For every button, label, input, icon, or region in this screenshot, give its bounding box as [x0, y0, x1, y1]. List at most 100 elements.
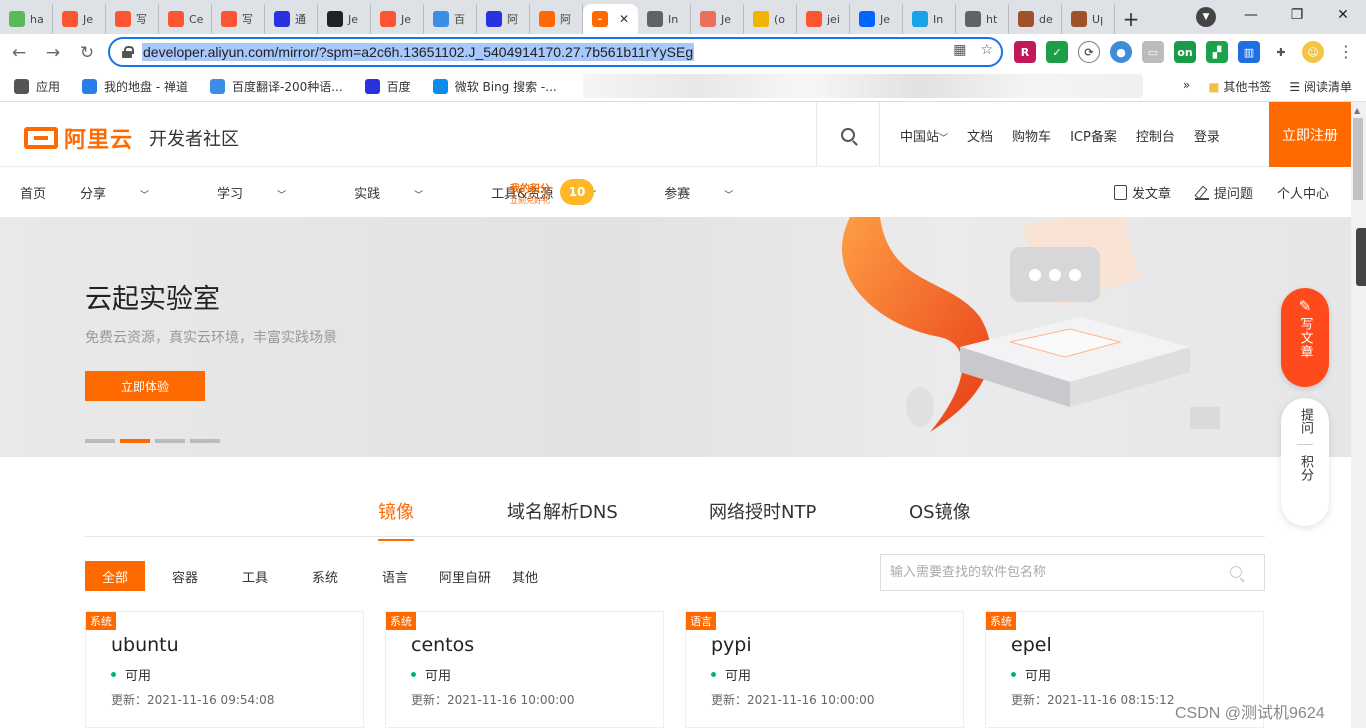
browser-tab[interactable]: de: [1009, 4, 1062, 34]
shield-extension-icon[interactable]: ✓: [1046, 41, 1068, 63]
header-link-login[interactable]: 登录: [1194, 126, 1220, 145]
on-extension-icon[interactable]: on: [1174, 41, 1196, 63]
subnav-item-compete[interactable]: 参赛 ﹀: [664, 183, 767, 202]
subnav-item-share[interactable]: 分享 ﹀: [80, 183, 183, 202]
post-article-link[interactable]: 发文章: [1113, 183, 1171, 202]
bookmark-item[interactable]: 百度: [364, 78, 411, 95]
card-name[interactable]: ubuntu: [111, 634, 179, 656]
reload-icon[interactable]: ↻: [72, 38, 102, 68]
aliyun-logo[interactable]: 阿里云 开发者社区: [24, 122, 239, 154]
mirror-card-centos[interactable]: 系统 centos 可用 更新：2021-11-16 10:00:00: [385, 611, 664, 728]
screen-extension-icon[interactable]: ▭: [1142, 41, 1164, 63]
subnav-item-practice[interactable]: 实践 ﹀: [354, 183, 457, 202]
browser-tab[interactable]: ha: [0, 4, 53, 34]
tab-mirror[interactable]: 镜像: [378, 498, 414, 541]
back-icon[interactable]: ←: [4, 38, 34, 68]
browser-tab[interactable]: 阿: [530, 4, 583, 34]
bookmarks-more-icon[interactable]: »: [1183, 78, 1190, 95]
browser-tab[interactable]: (o: [744, 4, 797, 34]
qr-code-icon[interactable]: ▦: [953, 42, 966, 58]
grid-extension-icon[interactable]: ▥: [1238, 41, 1260, 63]
header-search-button[interactable]: [816, 102, 880, 167]
mirror-card-ubuntu[interactable]: 系统 ubuntu 可用 更新：2021-11-16 09:54:08: [85, 611, 364, 728]
restore-icon[interactable]: ❐: [1274, 0, 1320, 30]
header-link-icp[interactable]: ICP备案: [1070, 126, 1117, 145]
carousel-dot[interactable]: [85, 439, 115, 443]
filter-all[interactable]: 全部: [85, 561, 145, 591]
address-bar[interactable]: developer.aliyun.com/mirror/?spm=a2c6h.1…: [108, 37, 1003, 67]
bookmark-star-icon[interactable]: ☆: [980, 42, 993, 58]
subnav-item-learn[interactable]: 学习 ﹀: [217, 183, 320, 202]
carousel-dot[interactable]: [155, 439, 185, 443]
minimize-icon[interactable]: —: [1228, 0, 1274, 30]
filter-system[interactable]: 系统: [285, 561, 365, 591]
browser-tab[interactable]: Je: [850, 4, 903, 34]
browser-tab-active[interactable]: - ✕: [583, 4, 638, 34]
reading-list[interactable]: ☰ 阅读清单: [1289, 78, 1352, 95]
bookmark-item[interactable]: 我的地盘 - 禅道: [82, 78, 188, 95]
url-text[interactable]: developer.aliyun.com/mirror/?spm=a2c6h.1…: [142, 43, 695, 61]
package-search-input[interactable]: [890, 565, 1220, 580]
ask-question-link[interactable]: 提问题: [1194, 183, 1253, 202]
personal-center-link[interactable]: 个人中心: [1277, 183, 1329, 202]
browser-tab[interactable]: 写: [106, 4, 159, 34]
bookmark-item[interactable]: 微软 Bing 搜索 -...: [432, 78, 557, 95]
code-extension-icon[interactable]: ⟳: [1078, 41, 1100, 63]
search-icon[interactable]: [1230, 566, 1242, 578]
browser-tab[interactable]: In: [903, 4, 956, 34]
header-link-console[interactable]: 控制台: [1136, 126, 1175, 145]
filter-container[interactable]: 容器: [145, 561, 225, 591]
browser-tab[interactable]: 写: [212, 4, 265, 34]
points-fab[interactable]: 积分: [1296, 455, 1314, 481]
browser-tab[interactable]: Je: [371, 4, 424, 34]
puzzle-extensions-icon[interactable]: ✚: [1270, 41, 1292, 63]
browser-tab[interactable]: Ce: [159, 4, 212, 34]
points-badge[interactable]: 我的积分 立刻兑好礼 10: [500, 176, 596, 208]
close-tab-icon[interactable]: ✕: [619, 12, 629, 26]
header-link-region[interactable]: 中国站﹀: [900, 126, 948, 145]
lock-icon[interactable]: [122, 46, 134, 58]
browser-menu-icon[interactable]: ⋮: [1338, 42, 1354, 61]
browser-tab[interactable]: Uן: [1062, 4, 1115, 34]
tab-dns[interactable]: 域名解析DNS: [507, 498, 618, 524]
filter-language[interactable]: 语言: [365, 561, 425, 591]
browser-tab[interactable]: In: [638, 4, 691, 34]
bookmark-item[interactable]: 应用: [14, 78, 60, 95]
page-scrollbar[interactable]: ▲: [1351, 102, 1366, 728]
filter-other[interactable]: 其他: [505, 561, 545, 591]
profile-avatar-icon[interactable]: ☺: [1302, 41, 1324, 63]
browser-tab[interactable]: Je: [691, 4, 744, 34]
try-now-button[interactable]: 立即体验: [85, 371, 205, 401]
card-name[interactable]: centos: [411, 634, 474, 656]
tab-search-icon[interactable]: ▼: [1196, 7, 1216, 27]
carousel-dot[interactable]: [190, 439, 220, 443]
new-tab-button[interactable]: +: [1115, 4, 1147, 34]
browser-tab[interactable]: Je: [318, 4, 371, 34]
filter-alibaba[interactable]: 阿里自研: [425, 561, 505, 591]
color-extension-icon[interactable]: ●: [1110, 41, 1132, 63]
card-name[interactable]: pypi: [711, 634, 752, 656]
card-name[interactable]: epel: [1011, 634, 1052, 656]
subnav-item-home[interactable]: 首页: [20, 183, 46, 202]
bookmark-item[interactable]: 百度翻译-200种语...: [209, 78, 343, 95]
mirror-card-pypi[interactable]: 语言 pypi 可用 更新：2021-11-16 10:00:00: [685, 611, 964, 728]
close-window-icon[interactable]: ✕: [1320, 0, 1366, 30]
browser-tab[interactable]: Je: [53, 4, 106, 34]
browser-tab[interactable]: 百: [424, 4, 477, 34]
browser-tab[interactable]: jei: [797, 4, 850, 34]
browser-tab[interactable]: ht: [956, 4, 1009, 34]
carousel-dot-active[interactable]: [120, 439, 150, 443]
scroll-up-icon[interactable]: ▲: [1354, 106, 1360, 115]
scroll-thumb[interactable]: [1353, 118, 1363, 200]
rp-extension-icon[interactable]: R: [1014, 41, 1036, 63]
tab-ntp[interactable]: 网络授时NTP: [709, 498, 816, 524]
filter-tools[interactable]: 工具: [225, 561, 285, 591]
ask-fab[interactable]: 提问: [1296, 408, 1314, 434]
header-link-cart[interactable]: 购物车: [1012, 126, 1051, 145]
header-link-docs[interactable]: 文档: [967, 126, 993, 145]
register-button[interactable]: 立即注册: [1269, 102, 1351, 167]
write-article-fab[interactable]: ✎ 写文章: [1281, 288, 1329, 387]
tab-os-mirror[interactable]: OS镜像: [909, 498, 971, 524]
other-bookmarks[interactable]: ■ 其他书签: [1208, 78, 1271, 95]
side-widget-handle[interactable]: [1356, 228, 1366, 286]
